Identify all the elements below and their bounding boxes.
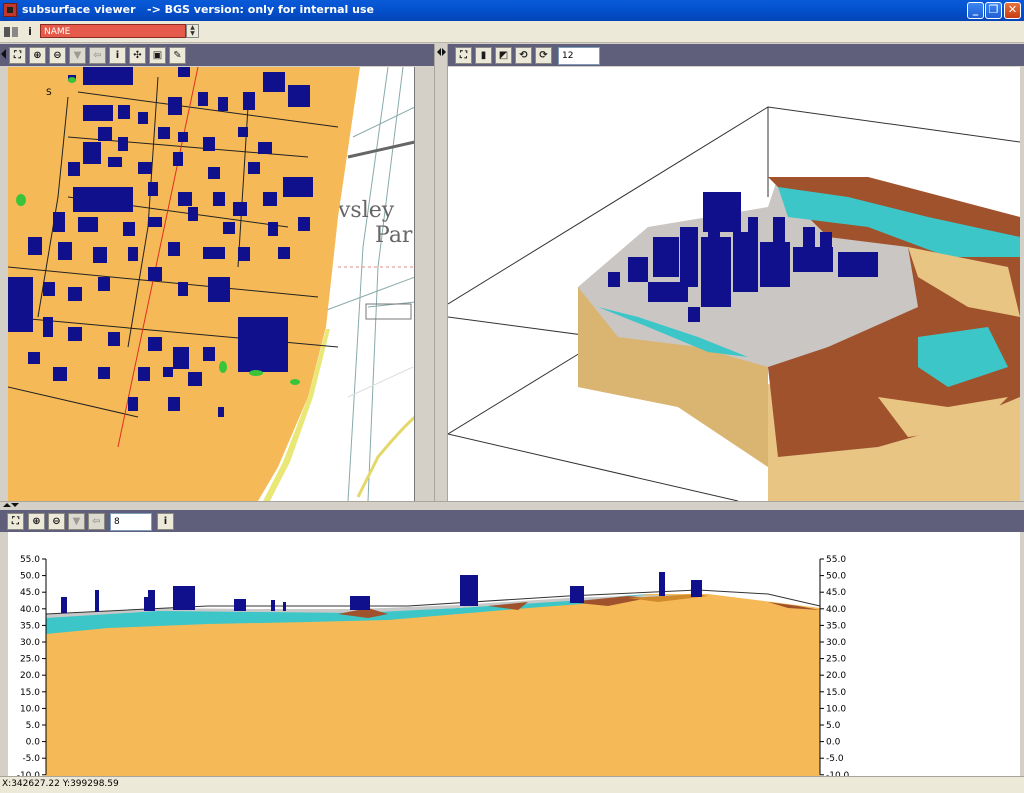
y-tick-left: 10.0	[20, 704, 40, 714]
minimize-button[interactable]: _	[967, 2, 984, 19]
slice-tool-button[interactable]: ◩	[495, 47, 512, 64]
close-button[interactable]: ✕	[1004, 2, 1021, 19]
map-canvas[interactable]: vsley Par S	[8, 67, 415, 501]
y-tick-left: 50.0	[20, 572, 40, 582]
y-tick-left: 25.0	[20, 655, 40, 665]
zoom-extent-3d-button[interactable]: ⛶	[455, 47, 472, 64]
title-bar: subsurface viewer -> BGS version: only f…	[0, 0, 1024, 21]
y-tick-right: 25.0	[826, 655, 846, 665]
section-select-button[interactable]: ▼	[68, 513, 85, 530]
vertical-splitter[interactable]	[434, 44, 448, 502]
y-tick-left: 30.0	[20, 638, 40, 648]
section-exaggeration-input[interactable]: 8	[110, 513, 152, 531]
y-tick-left: 15.0	[20, 688, 40, 698]
y-tick-left: 35.0	[20, 621, 40, 631]
y-tick-right: 45.0	[826, 588, 846, 598]
y-tick-right: 15.0	[826, 688, 846, 698]
cross-section-view[interactable]: 55.0 55.0 50.0 50.0 45.0 45.0 40.0 40.0 35.0 35.0…	[8, 532, 1020, 776]
y-tick-right: 55.0	[826, 555, 846, 565]
y-tick-left: -5.0	[22, 754, 40, 764]
horizontal-splitter[interactable]	[0, 501, 1024, 510]
cross-section-canvas[interactable]: 55.0 55.0 50.0 50.0 45.0 45.0 40.0 40.0 35.0 35.0…	[8, 532, 1020, 776]
zoom-in-button[interactable]: ⊕	[29, 47, 46, 64]
view3d-canvas[interactable]	[448, 67, 1020, 501]
y-tick-right: 10.0	[826, 704, 846, 714]
map-label-park: Par	[375, 223, 413, 248]
zoom-out-button[interactable]: ⊖	[49, 47, 66, 64]
y-tick-right: -5.0	[826, 754, 844, 764]
y-tick-right: 50.0	[826, 572, 846, 582]
map-toolbar: ⛶ ⊕ ⊖ ▼ ⇦ i ✣ ▣ ✎	[0, 44, 434, 66]
section-toolbar: ⛶ ⊕ ⊖ ▼ ⇦ 8 i	[0, 510, 1024, 532]
back-button[interactable]: ⇦	[89, 47, 106, 64]
y-tick-left: 20.0	[20, 671, 40, 681]
info-icon[interactable]: i	[22, 24, 38, 40]
map-label-street: vsley	[337, 198, 395, 223]
rotate-button[interactable]: ⟲	[515, 47, 532, 64]
section-zoom-out-button[interactable]: ⊖	[48, 513, 65, 530]
layers-icon[interactable]	[3, 24, 19, 40]
name-spinner[interactable]: ▲ ▼	[186, 24, 199, 38]
rotate-back-button[interactable]: ⟳	[535, 47, 552, 64]
y-tick-left: 55.0	[20, 555, 40, 565]
map-view[interactable]: vsley Par S	[8, 67, 415, 501]
y-tick-left: 0.0	[26, 738, 41, 748]
view-3d[interactable]	[448, 67, 1020, 501]
collapse-left-icon[interactable]	[1, 49, 6, 59]
select-button[interactable]: ▼	[69, 47, 86, 64]
section-zoom-extent-button[interactable]: ⛶	[7, 513, 24, 530]
map-info-button[interactable]: i	[109, 47, 126, 64]
section-back-button[interactable]: ⇦	[88, 513, 105, 530]
zoom-extent-button[interactable]: ⛶	[9, 47, 26, 64]
y-tick-right: 0.0	[826, 738, 841, 748]
y-tick-right: 40.0	[826, 605, 846, 615]
y-tick-right: 20.0	[826, 671, 846, 681]
y-tick-right: 35.0	[826, 621, 846, 631]
coordinates-readout: X:342627.22 Y:399298.59	[2, 779, 119, 789]
y-tick-left: 45.0	[20, 588, 40, 598]
box-tool-button[interactable]: ▮	[475, 47, 492, 64]
status-bar: X:342627.22 Y:399298.59	[0, 776, 1024, 793]
add-section-button[interactable]: ✣	[129, 47, 146, 64]
map-label-s: S	[46, 88, 52, 98]
view3d-toolbar: ⛶ ▮ ◩ ⟲ ⟳ 12	[448, 44, 1024, 66]
section-info-button[interactable]: i	[157, 513, 174, 530]
y-tick-right: 30.0	[826, 638, 846, 648]
maximize-button[interactable]: ❐	[985, 2, 1002, 19]
vertical-exaggeration-input[interactable]: 12	[558, 47, 600, 65]
y-tick-left: 40.0	[20, 605, 40, 615]
legend-button[interactable]: ✎	[169, 47, 186, 64]
app-icon[interactable]	[3, 3, 17, 17]
image-button[interactable]: ▣	[149, 47, 166, 64]
section-zoom-in-button[interactable]: ⊕	[28, 513, 45, 530]
y-tick-right: 5.0	[826, 721, 841, 731]
name-field[interactable]: NAME	[40, 24, 186, 38]
window-title: subsurface viewer -> BGS version: only f…	[22, 3, 374, 16]
y-tick-left: 5.0	[26, 721, 41, 731]
